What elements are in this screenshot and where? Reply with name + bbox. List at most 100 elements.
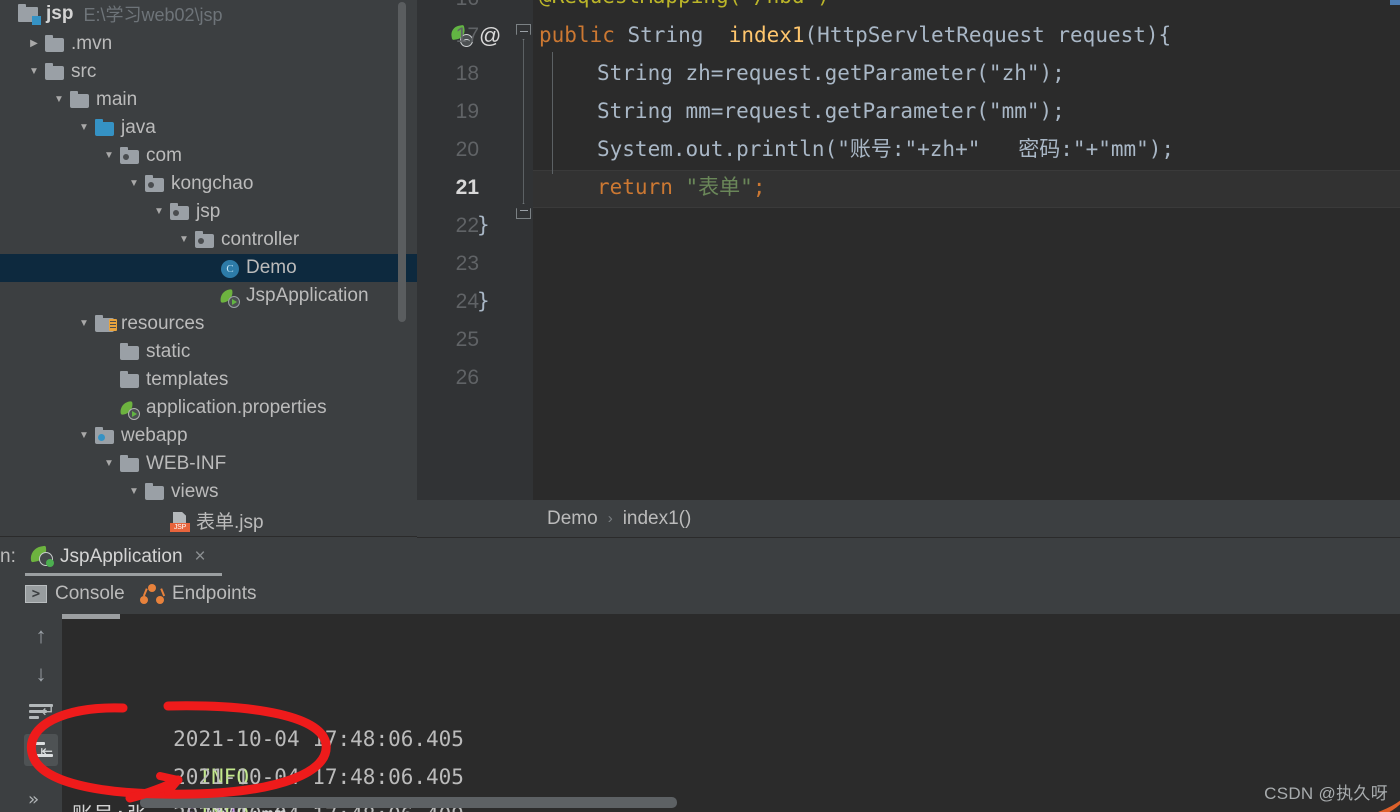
endpoints-icon — [140, 584, 164, 604]
indent-guide — [552, 52, 553, 174]
tree-item-static[interactable]: static — [0, 338, 417, 366]
keyword-public: public — [539, 23, 615, 47]
tree-item-templates[interactable]: templates — [0, 366, 417, 394]
chevron-down-icon[interactable] — [100, 459, 118, 469]
tree-item-com[interactable]: com — [0, 142, 417, 170]
tree-item-label: kongchao — [171, 173, 254, 194]
console-hscrollbar-thumb[interactable] — [140, 797, 677, 808]
spring-boot-running-icon — [28, 543, 54, 567]
module-root-icon — [18, 4, 42, 25]
code-fold-line — [523, 34, 524, 214]
chevron-down-icon[interactable] — [125, 487, 143, 497]
tree-item-Demo[interactable]: C Demo — [0, 254, 417, 282]
string-literal-form: "表单" — [685, 175, 753, 199]
line-number: 23 — [455, 252, 479, 275]
tree-item-label: WEB-INF — [146, 453, 227, 474]
folder-icon — [118, 342, 142, 362]
package-icon — [193, 230, 217, 250]
spring-properties-icon — [118, 398, 142, 420]
tree-item-label: static — [146, 341, 191, 362]
chevron-down-icon[interactable] — [150, 207, 168, 217]
tab-console-label: Console — [55, 583, 125, 604]
line-number: 18 — [455, 62, 479, 85]
chevron-down-icon[interactable] — [125, 179, 143, 189]
console-scroll-indicator — [62, 614, 120, 619]
tree-item-webapp[interactable]: webapp — [0, 422, 417, 450]
java-class-icon: C — [218, 258, 242, 278]
line-number: 20 — [455, 138, 479, 161]
tree-item-views[interactable]: views — [0, 478, 417, 506]
project-tree-scrollbar[interactable] — [398, 2, 406, 322]
spring-boot-icon — [218, 286, 242, 308]
tree-item-resources[interactable]: resources — [0, 310, 417, 338]
chevron-down-icon[interactable] — [100, 151, 118, 161]
line-number-current: 21 — [455, 176, 479, 199]
scroll-down-icon[interactable]: ↓ — [24, 658, 58, 690]
folder-icon — [143, 482, 167, 502]
code-line-17: public String index1(HttpServletRequest … — [539, 17, 1171, 55]
tree-item-.jsp[interactable]: JSP 表单.jsp — [0, 506, 417, 534]
package-icon — [168, 202, 192, 222]
breadcrumb-separator-icon: › — [607, 510, 613, 527]
method-name-index1: index1 — [728, 23, 805, 47]
chevron-down-icon[interactable] — [75, 431, 93, 441]
code-editor[interactable]: @ 16 17 18 19 20 21 22 23 24 25 26 @Requ… — [417, 0, 1400, 500]
tree-item-kongchao[interactable]: kongchao — [0, 170, 417, 198]
chevron-down-icon[interactable] — [75, 123, 93, 133]
tree-item-main[interactable]: main — [0, 86, 417, 114]
console-output[interactable]: 2021-10-04 17:48:06.405 INFO 53380 --- [… — [62, 614, 1400, 812]
tree-item-JspApplication[interactable]: JspApplication — [0, 282, 417, 310]
tree-item-WEB-INF[interactable]: WEB-INF — [0, 450, 417, 478]
tree-root-jsp[interactable]: jsp E:\学习web02\jsp — [0, 0, 417, 28]
breadcrumb[interactable]: Demo › index1() — [417, 500, 1400, 537]
tree-item-label: java — [121, 117, 156, 138]
chevron-down-icon[interactable] — [50, 95, 68, 105]
chevron-right-icon[interactable] — [25, 39, 43, 49]
tree-item-application.properties[interactable]: application.properties — [0, 394, 417, 422]
scroll-up-icon[interactable]: ↑ — [24, 620, 58, 652]
line-number: 19 — [455, 100, 479, 123]
tree-item-label: main — [96, 89, 138, 110]
breadcrumb-method[interactable]: index1() — [623, 508, 692, 530]
tree-item-.mvn[interactable]: .mvn — [0, 30, 417, 58]
console-toolbar[interactable]: ↑ ↓ » — [20, 614, 62, 812]
tab-endpoints-label: Endpoints — [172, 583, 257, 604]
code-line-21: return "表单"; — [597, 175, 766, 199]
chevron-down-icon[interactable] — [75, 319, 93, 329]
tree-item-label: .mvn — [71, 33, 113, 54]
tree-item-label: application.properties — [146, 397, 327, 418]
tree-item-label: controller — [221, 229, 300, 250]
annotation-gutter-icon[interactable]: @ — [479, 23, 501, 49]
tree-item-label: src — [71, 61, 97, 82]
tree-item-src[interactable]: src — [0, 58, 417, 86]
tree-item-jsp[interactable]: jsp — [0, 198, 417, 226]
project-tool-window[interactable]: jsp E:\学习web02\jsp .mvn src main java com kon… — [0, 0, 417, 537]
tree-item-java[interactable]: java — [0, 114, 417, 142]
folder-icon — [118, 454, 142, 474]
code-line-16: @RequestMapping("/hbd") — [539, 0, 830, 16]
tab-console[interactable]: > Console — [25, 576, 125, 612]
more-options-icon[interactable]: » — [28, 789, 39, 810]
tree-item-controller[interactable]: controller — [0, 226, 417, 254]
run-configuration-tab[interactable]: JspApplication × — [28, 541, 206, 573]
console-icon: > — [25, 585, 47, 603]
type-string: String — [627, 23, 704, 47]
project-path-label: E:\学习web02\jsp — [83, 5, 223, 25]
line-number: 22 — [455, 214, 479, 237]
jsp-file-icon: JSP — [168, 510, 192, 532]
idea-window: jsp E:\学习web02\jsp .mvn src main java com kon… — [0, 0, 1400, 812]
chevron-down-icon[interactable] — [175, 235, 193, 245]
line-number: 24 — [455, 290, 479, 313]
breadcrumb-class[interactable]: Demo — [547, 508, 598, 530]
editor-scroll-marker — [1390, 0, 1400, 5]
run-sub-tabs[interactable]: > Console Endpoints — [0, 576, 1400, 652]
code-line-20: System.out.println("账号:"+zh+" 密码:"+"mm")… — [597, 137, 1175, 161]
soft-wrap-icon[interactable] — [24, 696, 58, 728]
code-line-19: String mm=request.getParameter("mm"); — [597, 99, 1065, 123]
run-tool-window[interactable]: n: JspApplication × > Console Endpoints — [0, 538, 1400, 812]
chevron-down-icon[interactable] — [25, 67, 43, 77]
scroll-to-end-icon[interactable] — [24, 734, 58, 766]
tab-endpoints[interactable]: Endpoints — [140, 576, 257, 612]
close-icon[interactable]: × — [195, 546, 206, 568]
folder-icon — [68, 90, 92, 110]
